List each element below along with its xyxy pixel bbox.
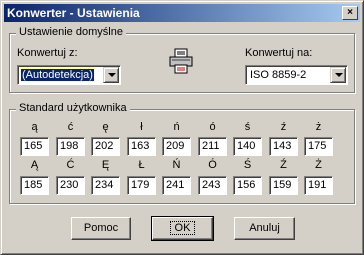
upper-char-code-input[interactable]: 230 [56,176,85,195]
lower-char-label: ę [102,121,109,133]
lower-char-code-value: 143 [273,140,292,152]
upper-char-code-value: 230 [60,179,79,191]
upper-char-code-value: 191 [308,179,327,191]
ok-button-label: OK [169,221,196,235]
convert-to-select[interactable]: ISO 8859-2 [245,65,348,85]
ok-button[interactable]: OK [151,216,214,241]
help-button[interactable]: Pomoc [71,217,131,240]
upper-char-code-value: 185 [24,179,43,191]
lower-char-label: ó [209,121,216,133]
upper-char-code-value: 234 [95,179,114,191]
lower-char-code-value: 165 [24,140,43,152]
lower-char-code-value: 163 [131,140,150,152]
lower-char-code-input[interactable]: 209 [162,137,191,156]
close-icon: × [347,7,353,18]
convert-to-dropdown-button[interactable] [330,67,346,83]
lower-char-code-value: 211 [202,140,220,152]
upper-char-label: Ż [315,159,322,171]
cancel-button[interactable]: Anuluj [234,217,295,240]
close-button[interactable]: × [342,6,358,20]
convert-to-label: Konwertuj na: [245,47,313,59]
upper-char-code-value: 159 [273,179,292,191]
lower-char-label: ą [31,121,38,133]
convert-from-value: (Autodetekcja) [20,68,95,82]
default-settings-label: Ustawienie domyślne [16,26,126,38]
lower-char-code-input[interactable]: 140 [233,137,262,156]
user-standard-label: Standard użytkownika [16,102,130,114]
settings-dialog: Konwerter - Ustawienia × Ustawienie domy… [0,0,364,255]
upper-char-label: Ć [66,159,75,171]
lower-char-code-value: 198 [60,140,79,152]
upper-char-code-value: 243 [202,179,221,191]
lower-char-label: ń [173,121,180,133]
lower-char-code-value: 140 [237,140,256,152]
upper-char-code-input[interactable]: 185 [20,176,49,195]
upper-char-label: Ą [30,159,39,171]
cancel-button-label: Anuluj [249,222,280,234]
upper-char-code-input[interactable]: 179 [127,176,156,195]
lower-char-label: ć [67,121,74,133]
upper-char-code-input[interactable]: 234 [91,176,120,195]
lower-char-code-input[interactable]: 211 [198,137,227,156]
convert-to-value: ISO 8859-2 [250,69,307,81]
lower-char-code-input[interactable]: 175 [304,137,333,156]
lower-char-code-value: 202 [95,140,114,152]
lower-char-code-value: 209 [166,140,185,152]
lower-char-code-input[interactable]: 163 [127,137,156,156]
printer-convert-icon [169,48,193,74]
lower-char-label: ś [244,121,251,133]
window-title: Konwerter - Ustawienia [7,6,140,20]
upper-char-label: Ł [138,159,145,171]
lower-char-code-input[interactable]: 198 [56,137,85,156]
convert-from-dropdown-button[interactable] [103,67,119,83]
convert-from-label: Konwertuj z: [17,47,78,59]
convert-from-select[interactable]: (Autodetekcja) [17,65,121,85]
help-button-label: Pomoc [83,222,119,234]
upper-char-label: Ó [208,159,217,171]
upper-char-label: Ń [172,159,181,171]
upper-char-code-input[interactable]: 243 [198,176,227,195]
upper-char-code-value: 156 [237,179,256,191]
lower-char-code-input[interactable]: 202 [91,137,120,156]
lower-char-label: ł [140,121,143,133]
lower-char-code-value: 175 [308,140,327,152]
title-bar[interactable]: Konwerter - Ustawienia × [4,4,360,22]
lower-char-code-input[interactable]: 143 [269,137,298,156]
upper-char-label: Ę [101,159,110,171]
lower-char-label: ż [315,121,322,133]
upper-char-code-input[interactable]: 191 [304,176,333,195]
upper-char-code-value: 179 [131,179,150,191]
upper-char-code-input[interactable]: 159 [269,176,298,195]
upper-char-code-value: 241 [166,179,185,191]
upper-char-label: Ś [243,159,252,171]
upper-char-code-input[interactable]: 156 [233,176,262,195]
lower-char-label: ź [280,121,287,133]
upper-char-label: Ź [280,159,287,171]
lower-char-code-input[interactable]: 165 [20,137,49,156]
upper-char-code-input[interactable]: 241 [162,176,191,195]
